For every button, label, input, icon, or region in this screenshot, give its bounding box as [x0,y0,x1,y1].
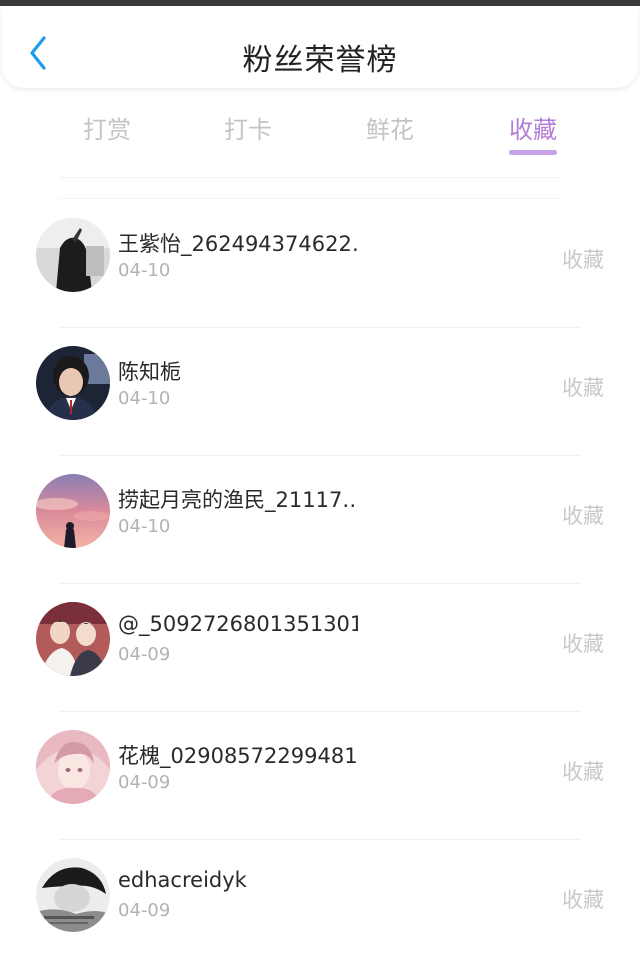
tab-checkin[interactable]: 打卡 [198,110,298,145]
avatar[interactable] [36,218,110,292]
divider [60,177,560,178]
page-title: 粉丝荣誉榜 [242,43,398,78]
avatar[interactable] [36,346,110,420]
fan-name: edhacreidyk [118,868,247,892]
fan-name: 陈知栀 [118,360,181,384]
fan-date: 04-10 [118,260,171,281]
active-tab-indicator [509,150,557,155]
avatar[interactable] [36,602,110,676]
avatar[interactable] [36,858,110,932]
avatar[interactable] [36,474,110,548]
fan-name: 花槐_02908572299481… [118,744,358,768]
list-item[interactable]: edhacreidyk 04-09 收藏 [0,840,640,968]
favorite-label: 收藏 [562,632,604,656]
favorite-label: 收藏 [562,760,604,784]
tab-favorites[interactable]: 收藏 [483,110,583,145]
favorite-label: 收藏 [562,248,604,272]
fan-date: 04-09 [118,900,171,921]
tab-bar: 打赏 打卡 鲜花 收藏 [0,100,640,160]
favorite-label: 收藏 [562,888,604,912]
fan-date: 04-09 [118,772,171,793]
fan-name: 王紫怡_262494374622… [118,232,358,256]
favorite-label: 收藏 [562,376,604,400]
fan-date: 04-10 [118,388,171,409]
avatar[interactable] [36,730,110,804]
list-item[interactable]: 王紫怡_262494374622… 04-10 收藏 [0,200,640,328]
divider [60,198,560,199]
tab-flowers[interactable]: 鲜花 [340,110,440,145]
list-item[interactable]: 陈知栀 04-10 收藏 [0,328,640,456]
list-item[interactable]: 花槐_02908572299481… 04-09 收藏 [0,712,640,840]
status-strip [0,0,640,6]
header-bar: 粉丝荣誉榜 [2,8,638,88]
tab-reward[interactable]: 打赏 [57,110,157,145]
fan-name: @_509272680135130199 [118,612,358,636]
fan-date: 04-09 [118,644,171,665]
fan-date: 04-10 [118,516,171,537]
list-item[interactable]: 捞起月亮的渔民_21117… 04-10 收藏 [0,456,640,584]
list-item[interactable]: @_509272680135130199 04-09 收藏 [0,584,640,712]
fan-list: 王紫怡_262494374622… 04-10 收藏 陈知栀 04-10 收藏 [0,200,640,968]
favorite-label: 收藏 [562,504,604,528]
fan-name: 捞起月亮的渔民_21117… [118,488,358,512]
